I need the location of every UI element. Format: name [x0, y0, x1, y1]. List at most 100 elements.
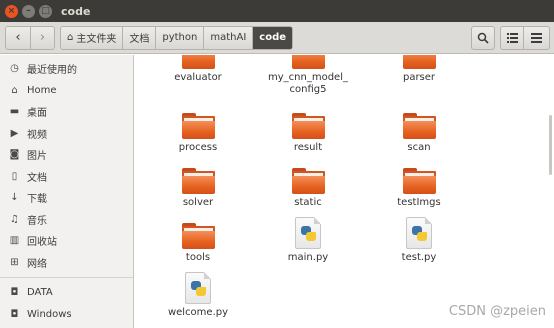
menu-button[interactable]: [524, 26, 550, 50]
folder-item[interactable]: process: [143, 113, 253, 154]
python-file-item[interactable]: main.py: [253, 217, 363, 264]
sidebar-item-label: 图片: [27, 151, 47, 163]
camera-icon: ◙: [9, 149, 20, 161]
drive-icon: ◘: [10, 287, 19, 299]
sidebar-item-recent[interactable]: ◷ 最近使用的: [0, 58, 133, 80]
file-label: main.py: [287, 252, 329, 263]
sidebar-item-desktop[interactable]: ▬ 桌面: [0, 101, 133, 123]
toolbar: ‹ › ⌂ 主文件夹 文档 python mathAI code: [0, 22, 554, 54]
list-view-button[interactable]: [500, 26, 524, 50]
minimize-window-button[interactable]: –: [22, 4, 35, 18]
sidebar-item-pictures[interactable]: ◙ 图片: [0, 144, 133, 166]
sidebar-item-network[interactable]: ⊞ 网络: [0, 252, 133, 274]
maximize-window-button[interactable]: □: [39, 4, 52, 18]
file-label: scan: [407, 142, 431, 153]
file-label: result: [293, 142, 323, 153]
file-label: testImgs: [397, 197, 441, 208]
sidebar-item-label: 音乐: [27, 215, 47, 227]
title-bar: × – □ code: [0, 0, 554, 22]
sidebar: ◷ 最近使用的 ⌂ Home ▬ 桌面 ▶ 视频 ◙ 图片 ▯ 文档 ↓ 下载 ♫ 音乐 ▥ 回收…: [0, 55, 134, 328]
folder-icon: [291, 168, 325, 194]
file-label: evaluator: [174, 72, 222, 83]
trash-icon: ▥: [9, 235, 20, 247]
search-button[interactable]: [471, 26, 495, 50]
forward-button[interactable]: ›: [30, 26, 54, 49]
folder-item[interactable]: solver: [143, 168, 253, 209]
sidebar-item-windows-drive[interactable]: ◘ Windows: [0, 304, 133, 326]
breadcrumb: ⌂ 主文件夹 文档 python mathAI code: [60, 25, 294, 50]
folder-item[interactable]: my_cnn_model_ config5: [253, 55, 363, 96]
clock-icon: ◷: [10, 63, 19, 75]
breadcrumb-documents[interactable]: 文档: [122, 26, 156, 49]
breadcrumb-label: python: [162, 32, 198, 43]
sidebar-item-label: Home: [27, 84, 57, 96]
sidebar-item-home[interactable]: ⌂ Home: [0, 80, 133, 102]
breadcrumb-label: mathAI: [210, 32, 247, 43]
network-icon: ⊞: [10, 256, 19, 268]
sidebar-item-label: DATA: [27, 287, 53, 299]
sidebar-item-music[interactable]: ♫ 音乐: [0, 209, 133, 231]
sidebar-item-label: 桌面: [27, 108, 47, 120]
home-icon: ⌂: [11, 84, 18, 96]
python-file-icon: [406, 217, 432, 249]
sidebar-item-data-drive[interactable]: ◘ DATA: [0, 282, 133, 304]
sidebar-item-label: Windows: [27, 308, 72, 320]
document-icon: ▯: [11, 170, 18, 182]
hamburger-menu-icon: [531, 33, 542, 43]
file-label: my_cnn_model_ config5: [268, 72, 348, 95]
folder-icon: [181, 223, 215, 249]
folder-icon: [402, 55, 436, 69]
sidebar-item-documents[interactable]: ▯ 文档: [0, 166, 133, 188]
folder-item[interactable]: evaluator: [143, 55, 253, 84]
home-icon: ⌂: [67, 32, 74, 43]
folder-icon: [402, 113, 436, 139]
folder-icon: [291, 55, 325, 69]
breadcrumb-label: 文档: [129, 34, 150, 45]
file-label: test.py: [401, 252, 437, 263]
breadcrumb-code[interactable]: code: [252, 26, 293, 49]
folder-item[interactable]: tools: [143, 223, 253, 264]
sidebar-item-label: 网络: [27, 258, 47, 270]
python-file-item[interactable]: test.py: [364, 217, 474, 264]
sidebar-item-downloads[interactable]: ↓ 下载: [0, 187, 133, 209]
sidebar-item-trash[interactable]: ▥ 回收站: [0, 230, 133, 252]
breadcrumb-mathai[interactable]: mathAI: [203, 26, 253, 49]
file-label: parser: [402, 72, 436, 83]
breadcrumb-label: code: [259, 32, 287, 43]
window-title: code: [61, 4, 91, 18]
video-icon: ▶: [10, 127, 19, 139]
folder-icon: ▬: [9, 106, 20, 118]
scrollbar[interactable]: [549, 115, 552, 175]
folder-item[interactable]: testImgs: [364, 168, 474, 209]
search-icon: [477, 32, 489, 44]
watermark: CSDN @zpeien: [448, 304, 546, 319]
file-label: process: [178, 142, 218, 153]
folder-item[interactable]: result: [253, 113, 363, 154]
sidebar-item-label: 文档: [27, 172, 47, 184]
folder-icon: [181, 55, 215, 69]
file-label: tools: [185, 252, 211, 263]
file-grid: evaluator my_cnn_model_ config5 parser p…: [135, 55, 554, 328]
python-file-item[interactable]: welcome.py: [143, 272, 253, 319]
drive-icon: ◘: [10, 308, 19, 320]
folder-icon: [181, 168, 215, 194]
breadcrumb-python[interactable]: python: [155, 26, 204, 49]
file-label: solver: [182, 197, 214, 208]
python-file-icon: [185, 272, 211, 304]
sidebar-item-label: 下载: [27, 194, 47, 206]
sidebar-item-videos[interactable]: ▶ 视频: [0, 123, 133, 145]
folder-item[interactable]: scan: [364, 113, 474, 154]
folder-item[interactable]: parser: [364, 55, 474, 84]
file-label: welcome.py: [167, 307, 229, 318]
folder-icon: [402, 168, 436, 194]
sidebar-item-label: 回收站: [27, 237, 57, 249]
back-button[interactable]: ‹: [6, 26, 30, 49]
breadcrumb-home[interactable]: ⌂ 主文件夹: [61, 26, 123, 49]
chevron-left-icon: ‹: [15, 30, 21, 45]
python-file-icon: [295, 217, 321, 249]
file-label: static: [294, 197, 322, 208]
chevron-right-icon: ›: [39, 30, 46, 45]
folder-icon: [291, 113, 325, 139]
folder-item[interactable]: static: [253, 168, 363, 209]
close-window-button[interactable]: ×: [5, 4, 18, 18]
